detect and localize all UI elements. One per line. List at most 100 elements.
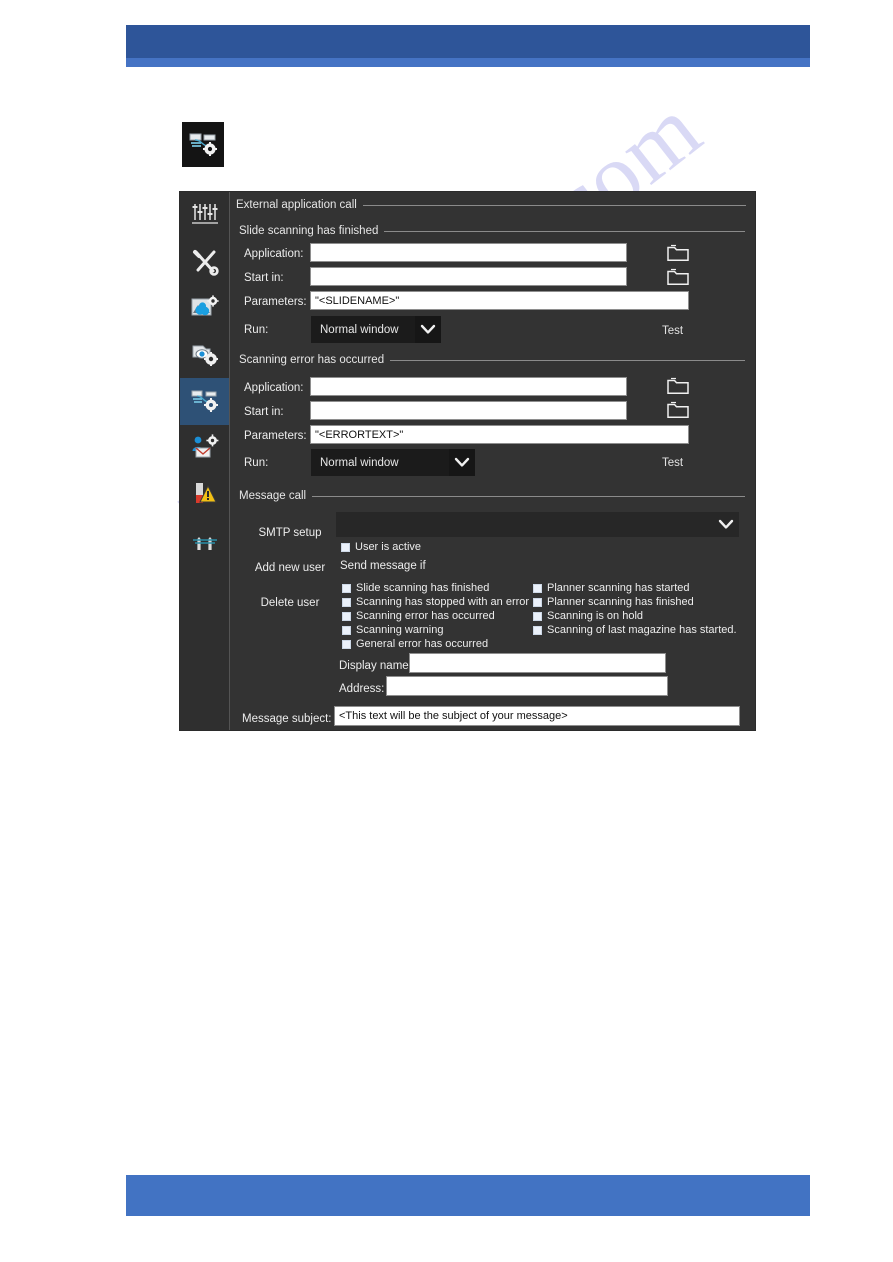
user-mail-settings-icon: [191, 434, 219, 461]
group-title: External application call: [236, 199, 357, 211]
error-run-label: Run:: [244, 457, 269, 469]
group-rule: [384, 230, 745, 232]
slide-parameters-input[interactable]: "<SLIDENAME>": [310, 291, 689, 310]
error-run-select[interactable]: Normal window: [311, 449, 475, 476]
message-subject-label: Message subject:: [242, 713, 332, 725]
slide-run-label: Run:: [244, 324, 269, 336]
user-is-active-checkbox[interactable]: User is active: [341, 541, 421, 553]
condition-scanning-has-stopped-with-an-error[interactable]: Scanning has stopped with an error: [342, 596, 529, 608]
group-external-application-call: External application call: [236, 199, 746, 211]
condition-planner-scanning-has-started[interactable]: Planner scanning has started: [533, 582, 689, 594]
error-start-in-input[interactable]: [310, 401, 627, 420]
condition-slide-scanning-has-finished[interactable]: Slide scanning has finished: [342, 582, 489, 594]
condition-scanning-of-last-magazine-has-started[interactable]: Scanning of last magazine has started.: [533, 624, 737, 636]
sidebar-item-calibration[interactable]: [180, 518, 229, 565]
checkbox-label: Scanning has stopped with an error: [356, 596, 530, 608]
condition-general-error-has-occurred[interactable]: General error has occurred: [342, 638, 488, 650]
group-slide-scanning-finished: Slide scanning has finished: [239, 225, 745, 237]
checkbox-label: Slide scanning has finished: [356, 582, 490, 594]
sidebar-item-tools[interactable]: [180, 239, 229, 286]
warning-alert-icon: [192, 481, 218, 507]
checkbox-box: [342, 598, 351, 607]
sidebar-item-user-mail-settings[interactable]: [180, 425, 229, 472]
slide-start-in-input[interactable]: [310, 267, 627, 286]
checkbox-box: [533, 626, 542, 635]
slide-start-in-label: Start in:: [244, 272, 284, 284]
slide-run-value: Normal window: [320, 323, 399, 336]
group-rule: [390, 359, 745, 361]
condition-scanning-is-on-hold[interactable]: Scanning is on hold: [533, 610, 643, 622]
smtp-setup-button[interactable]: SMTP setup: [240, 527, 340, 539]
delete-user-button[interactable]: Delete user: [240, 597, 340, 609]
folder-icon[interactable]: [667, 268, 689, 286]
checkbox-label: Scanning warning: [356, 624, 444, 636]
slide-run-select[interactable]: Normal window: [311, 316, 441, 343]
sidebar-item-camera-settings[interactable]: [180, 332, 229, 379]
slide-application-label: Application:: [244, 248, 304, 260]
checkbox-label: Scanning is on hold: [547, 610, 644, 622]
sidebar-item-sliders[interactable]: [180, 192, 229, 239]
condition-scanning-warning[interactable]: Scanning warning: [342, 624, 443, 636]
slide-test-button[interactable]: Test: [662, 325, 683, 337]
error-application-label: Application:: [244, 382, 304, 394]
page-header-accent-bar: [126, 58, 810, 67]
tools-wrench-screwdriver-icon: [191, 248, 219, 276]
error-parameters-label: Parameters:: [244, 430, 307, 442]
folder-icon[interactable]: [667, 244, 689, 262]
group-rule: [362, 204, 746, 206]
group-message-call: Message call: [239, 490, 745, 502]
external-application-call-icon: [182, 122, 224, 167]
slide-parameters-label: Parameters:: [244, 296, 307, 308]
sidebar-item-alerts[interactable]: [180, 471, 229, 518]
settings-dialog: External application call Slide scanning…: [180, 192, 755, 730]
slide-application-input[interactable]: [310, 243, 627, 262]
error-application-input[interactable]: [310, 377, 627, 396]
error-test-button[interactable]: Test: [662, 457, 683, 469]
error-parameters-input[interactable]: "<ERRORTEXT>": [310, 425, 689, 444]
checkbox-label: Scanning of last magazine has started.: [547, 624, 737, 636]
checkbox-box: [342, 626, 351, 635]
camera-eye-settings-icon: [191, 341, 219, 368]
error-run-value: Normal window: [320, 456, 399, 469]
checkbox-box: [533, 612, 542, 621]
address-input[interactable]: [386, 676, 668, 696]
image-color-settings-icon: [191, 295, 219, 321]
calibration-tools-icon: [192, 528, 218, 554]
chevron-down-icon: [449, 449, 475, 476]
message-subject-input[interactable]: <This text will be the subject of your m…: [334, 706, 740, 726]
group-rule: [312, 495, 745, 497]
checkbox-label: Planner scanning has finished: [547, 596, 694, 608]
checkbox-box: [342, 584, 351, 593]
checkbox-label: Planner scanning has started: [547, 582, 690, 594]
checkbox-label: User is active: [355, 541, 422, 553]
page-header-bar: [126, 25, 810, 58]
display-name-input[interactable]: [409, 653, 666, 673]
smtp-setup-select[interactable]: [336, 512, 739, 537]
folder-icon[interactable]: [667, 377, 689, 395]
display-name-label: Display name:: [339, 660, 412, 672]
group-title: Message call: [239, 490, 307, 502]
chevron-down-icon: [415, 316, 441, 343]
checkbox-box: [533, 584, 542, 593]
checkbox-label: Scanning error has occurred: [356, 610, 495, 622]
page-footer-bar: [126, 1175, 810, 1216]
group-scanning-error-occurred: Scanning error has occurred: [239, 354, 745, 366]
settings-sidebar: [180, 192, 230, 730]
settings-content: External application call Slide scanning…: [230, 192, 755, 730]
group-title: Scanning error has occurred: [239, 354, 385, 366]
folder-icon[interactable]: [667, 401, 689, 419]
send-message-if-label: Send message if: [340, 560, 426, 572]
sidebar-item-external-application-call[interactable]: [180, 378, 229, 425]
add-new-user-button[interactable]: Add new user: [240, 562, 340, 574]
error-start-in-label: Start in:: [244, 406, 284, 418]
checkbox-box: [533, 598, 542, 607]
external-application-call-icon: [191, 388, 219, 415]
checkbox-label: General error has occurred: [356, 638, 489, 650]
condition-planner-scanning-has-finished[interactable]: Planner scanning has finished: [533, 596, 694, 608]
group-title: Slide scanning has finished: [239, 225, 379, 237]
condition-scanning-error-has-occurred[interactable]: Scanning error has occurred: [342, 610, 495, 622]
sidebar-item-image-settings[interactable]: [180, 285, 229, 332]
sliders-settings-icon: [191, 202, 219, 228]
checkbox-box: [341, 543, 350, 552]
checkbox-box: [342, 612, 351, 621]
